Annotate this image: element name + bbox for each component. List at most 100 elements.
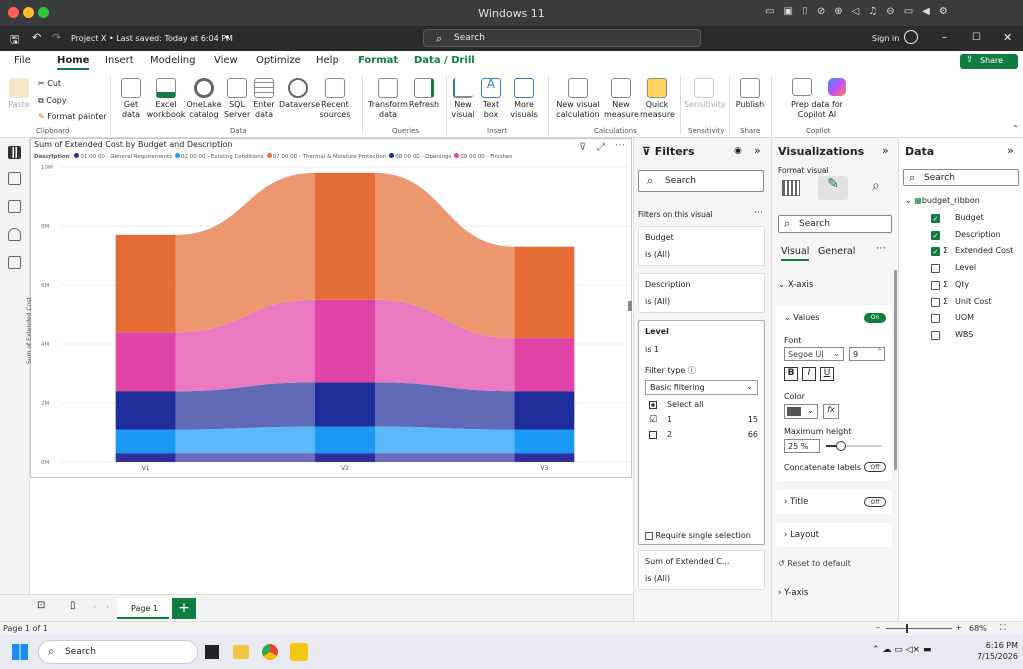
desktop-layout-icon[interactable]: ⊡ [37, 600, 45, 611]
text-box-button[interactable]: A Text box [478, 78, 504, 120]
table-node[interactable]: ⌄ ▦budget_ribbon [905, 196, 980, 205]
field-item-uom[interactable]: UOM [899, 312, 1023, 326]
fx-button[interactable]: fx [823, 404, 839, 419]
minimize-icon[interactable]: – [942, 32, 947, 43]
clock[interactable]: 6:16 PM 7/15/2026 [968, 640, 1018, 662]
recent-sources-button[interactable]: Recent sources [318, 78, 352, 120]
format-brush-icon[interactable]: ✎ [818, 176, 848, 200]
field-item-wbs[interactable]: WBS [899, 329, 1023, 343]
task-view-icon[interactable] [205, 645, 219, 659]
checkbox-empty-icon[interactable] [931, 264, 940, 274]
excel-button[interactable]: Excel workbook [146, 78, 186, 120]
level-option-row[interactable]: 2 66 [645, 430, 758, 442]
more-options-icon[interactable]: ⋯ [876, 243, 886, 254]
collapse-icon[interactable]: » [882, 144, 889, 157]
tab-view[interactable]: View [214, 55, 238, 66]
dax-query-icon[interactable] [8, 228, 21, 241]
tab-visual[interactable]: Visual [781, 246, 810, 261]
build-visual-icon[interactable] [782, 180, 800, 196]
values-toggle[interactable]: On [864, 313, 886, 323]
ribbon-chart-visual[interactable]: Sum of Extended Cost by Budget and Descr… [26, 138, 632, 478]
close-icon[interactable]: ✕ [1003, 31, 1012, 44]
sql-button[interactable]: SQL Server [224, 78, 250, 120]
field-item-description[interactable]: ✓ Description [899, 229, 1023, 243]
prev-page-icon[interactable]: ‹ [93, 602, 96, 611]
italic-button[interactable]: I [802, 367, 816, 381]
filter-card-description[interactable]: Description is (All) [638, 273, 765, 313]
refresh-button[interactable]: Refresh [408, 78, 440, 110]
model-view-icon[interactable] [8, 200, 21, 213]
field-item-qty[interactable]: Σ Qty [899, 279, 1023, 293]
power-bi-icon[interactable] [290, 643, 308, 661]
title-section[interactable]: › Title Off [776, 490, 892, 514]
bold-button[interactable]: B [784, 367, 798, 381]
checkbox-checked-icon[interactable]: ☑ [649, 415, 657, 425]
transform-data-button[interactable]: Transform data [368, 78, 408, 120]
sensitivity-button[interactable]: Sensitivity [684, 78, 726, 110]
new-visual-button[interactable]: New visual [450, 78, 476, 120]
select-all-row[interactable]: Select all [645, 400, 758, 412]
onelake-button[interactable]: OneLake catalog [186, 78, 222, 120]
new-measure-button[interactable]: New measure [604, 78, 639, 120]
select-all-checkbox[interactable] [649, 401, 657, 409]
tab-modeling[interactable]: Modeling [150, 55, 196, 66]
layout-section[interactable]: › Layout [776, 523, 892, 547]
color-picker[interactable]: ⌄ [784, 404, 818, 419]
tab-insert[interactable]: Insert [105, 55, 134, 66]
underline-button[interactable]: U [820, 367, 834, 381]
save-icon[interactable]: 🖫 [10, 31, 19, 50]
tab-home[interactable]: Home [57, 55, 90, 70]
table-view-icon[interactable] [8, 172, 21, 185]
eye-icon[interactable]: ◉ [734, 146, 742, 156]
resize-handle[interactable] [628, 301, 632, 311]
zoom-slider[interactable] [886, 624, 952, 633]
mobile-layout-icon[interactable]: ▯ [70, 600, 76, 611]
checkbox-empty-icon[interactable] [649, 431, 657, 439]
checkbox-empty-icon[interactable] [931, 330, 940, 340]
quick-measure-button[interactable]: Quick measure [640, 78, 675, 120]
chevron-down-icon[interactable]: ▾ [225, 33, 229, 42]
collapse-icon[interactable]: » [1007, 144, 1014, 157]
tab-general[interactable]: General [818, 246, 855, 257]
tab-file[interactable]: File [14, 55, 31, 66]
tab-data-drill[interactable]: Data / Drill [414, 55, 475, 66]
zoom-in-icon[interactable]: + [955, 623, 962, 632]
filter-card-budget[interactable]: Budget is (All) [638, 226, 765, 266]
filter-type-select[interactable]: Basic filtering ⌄ [645, 380, 758, 395]
font-size-input[interactable]: 9 ⌃ [849, 347, 885, 361]
field-item-budget[interactable]: ✓ Budget [899, 212, 1023, 226]
new-visual-calc-button[interactable]: New visual calculation [554, 78, 602, 120]
page-tab-1[interactable]: Page 1 [117, 598, 169, 619]
publish-button[interactable]: Publish [733, 78, 767, 110]
copy-button[interactable]: ⧉ Copy [38, 96, 67, 106]
require-single-row[interactable]: Require single selection [645, 531, 751, 540]
dataverse-button[interactable]: Dataverse [279, 78, 320, 110]
format-painter-button[interactable]: ✎ Format painter [38, 112, 107, 122]
checkbox-empty-icon[interactable] [931, 297, 940, 307]
share-button[interactable]: ⇪ Share [960, 54, 1018, 69]
slider-thumb[interactable] [836, 441, 846, 451]
filters-search-input[interactable]: ⌕ Search [638, 170, 764, 192]
avatar[interactable] [904, 30, 918, 44]
redo-icon[interactable]: ↷ [52, 31, 61, 44]
require-single-checkbox[interactable] [645, 531, 653, 540]
cut-button[interactable]: ✂ Cut [38, 79, 61, 89]
checkbox-checked-icon[interactable]: ✓ [931, 214, 940, 223]
report-view-icon[interactable] [8, 146, 21, 159]
chrome-icon[interactable] [262, 644, 278, 660]
tray-icons[interactable]: ⌃ ☁ ▭ ◁× ▬ [872, 645, 931, 655]
scrollbar[interactable] [894, 270, 897, 470]
analytics-icon[interactable]: ⌕ [872, 178, 880, 194]
maximize-icon[interactable]: ☐ [972, 32, 981, 43]
field-item-unit-cost[interactable]: Σ Unit Cost [899, 296, 1023, 310]
concat-toggle[interactable]: Off [864, 462, 886, 472]
zoom-thumb[interactable] [906, 624, 908, 633]
filter-card-level[interactable]: Level is 1 Filter type ⓘ Basic filtering… [638, 320, 765, 545]
values-header[interactable]: ⌄ Values [784, 313, 819, 322]
collapse-icon[interactable]: » [754, 144, 761, 157]
yaxis-section[interactable]: › Y-axis [778, 588, 808, 598]
checkbox-checked-icon[interactable]: ✓ [931, 247, 940, 257]
max-height-slider[interactable] [826, 441, 882, 451]
data-search-input[interactable]: ⌕ Search [903, 169, 1019, 186]
collapse-ribbon-icon[interactable]: ⌃ [1012, 124, 1019, 133]
